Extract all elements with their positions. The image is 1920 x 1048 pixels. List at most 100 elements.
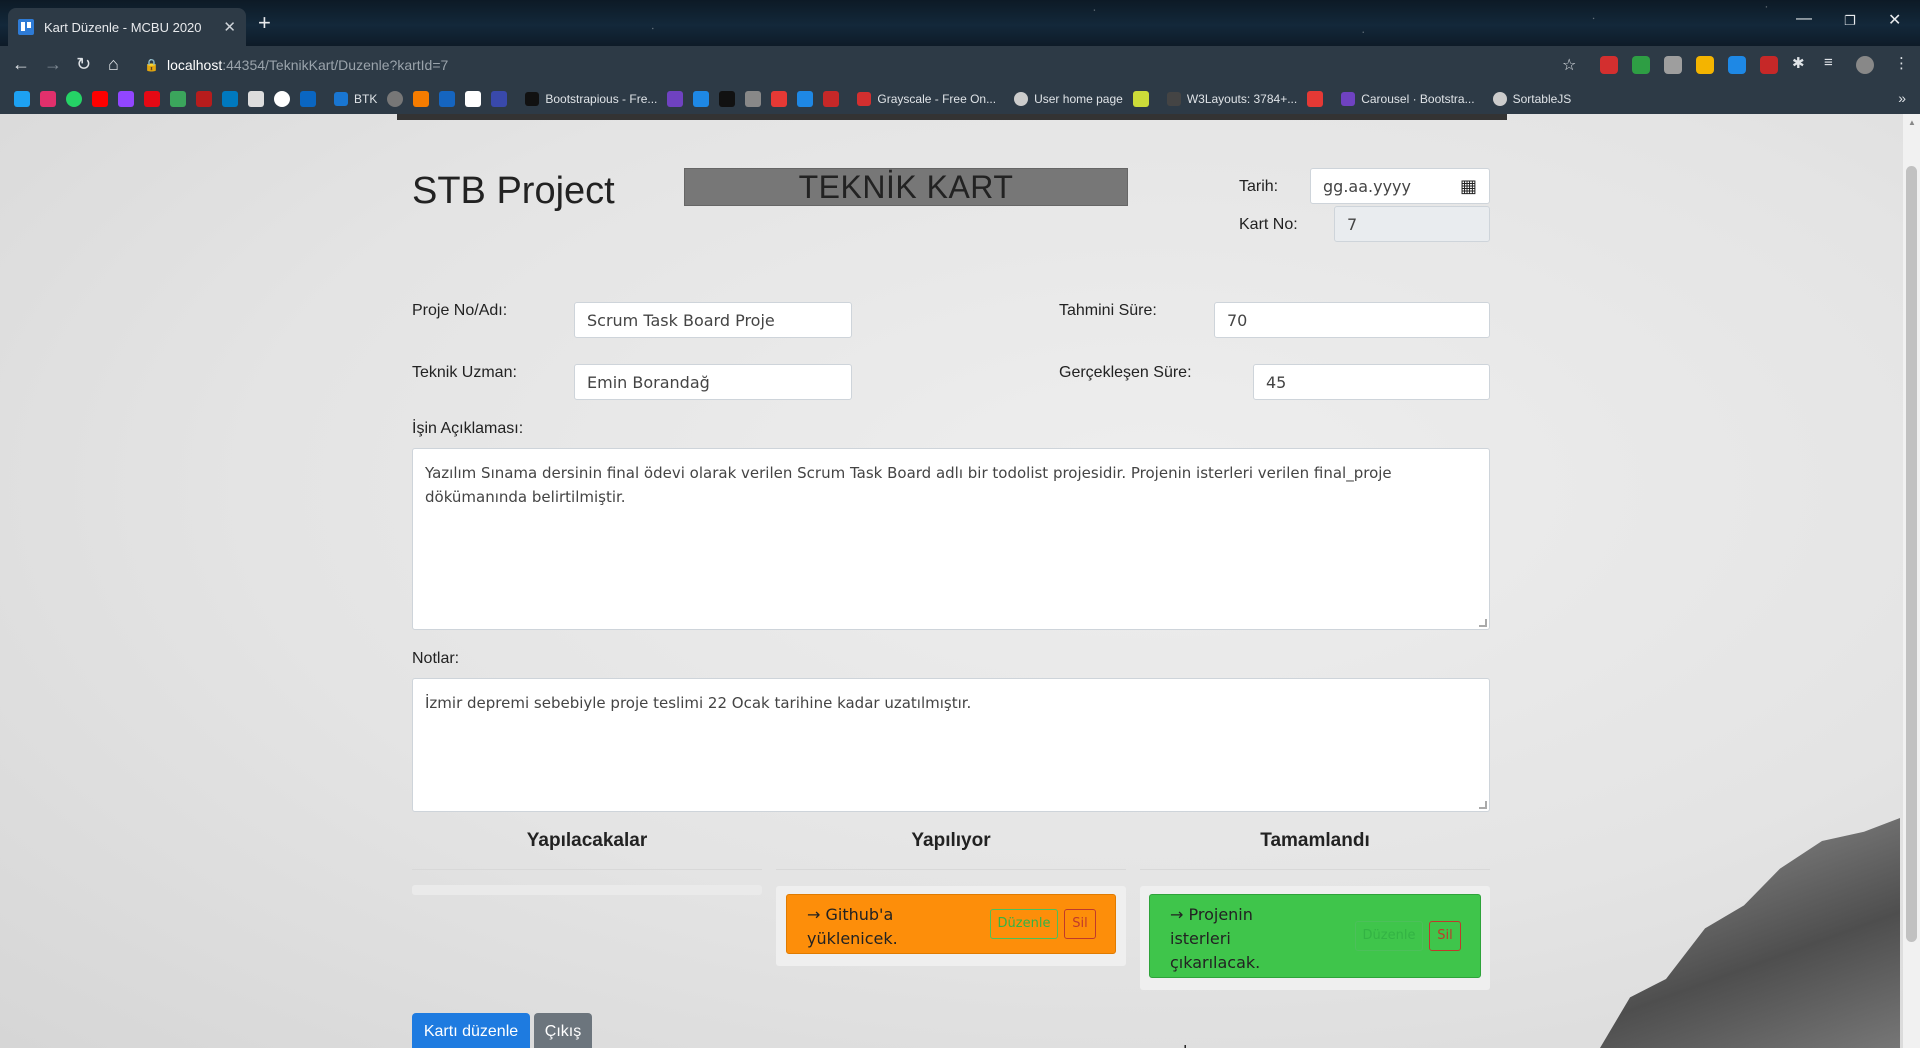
new-tab-icon[interactable]: + xyxy=(258,12,271,34)
instagram-icon[interactable] xyxy=(40,91,56,107)
proje-input[interactable]: Scrum Task Board Proje xyxy=(574,302,852,338)
linkedin-icon[interactable] xyxy=(300,91,316,107)
tab-close-icon[interactable]: ✕ xyxy=(223,18,236,36)
extensions-puzzle-icon[interactable]: ✱ xyxy=(1792,54,1805,72)
navbar-edge xyxy=(397,114,1507,120)
media-icon[interactable]: ≡ xyxy=(1824,54,1833,71)
column-title-yapilacaklar: Yapılacakalar xyxy=(526,830,648,851)
extension-icon[interactable] xyxy=(1728,56,1746,74)
kart-no-input[interactable]: 7 xyxy=(1334,206,1490,242)
aciklama-textarea[interactable]: Yazılım Sınama dersinin final ödevi olar… xyxy=(412,448,1490,630)
url-host: localhost xyxy=(166,57,223,73)
youtube-icon[interactable] xyxy=(92,91,108,107)
reload-icon[interactable]: ↻ xyxy=(76,54,91,75)
bookmark-star-icon[interactable]: ☆ xyxy=(1562,55,1576,75)
trello-favicon-icon xyxy=(18,19,34,35)
back-icon[interactable]: ← xyxy=(12,54,30,75)
teknik-kart-banner: TEKNİK KART xyxy=(684,168,1128,206)
bookmark-icon[interactable] xyxy=(465,91,482,107)
yapiliyor-dropzone[interactable]: → Github'a yüklenicek. Düzenle Sil xyxy=(776,886,1126,966)
exit-button[interactable]: Çıkış xyxy=(534,1013,592,1048)
grayscale-icon xyxy=(857,92,872,106)
background-mountain xyxy=(1600,818,1900,1048)
page-scrollbar[interactable]: ▲ xyxy=(1903,114,1920,1048)
task-card[interactable]: → Github'a yüklenicek. Düzenle Sil xyxy=(786,894,1116,954)
w3layouts-icon xyxy=(1166,92,1181,106)
extension-icon[interactable] xyxy=(1632,56,1650,74)
window-close-icon[interactable]: ✕ xyxy=(1888,10,1901,30)
bookmark-user-home[interactable]: User home page xyxy=(1014,92,1123,106)
twitter-icon[interactable] xyxy=(14,91,30,107)
home-icon[interactable]: ⌂ xyxy=(108,54,119,75)
forward-icon[interactable]: → xyxy=(44,54,62,75)
bookmark-icon[interactable] xyxy=(1307,91,1324,107)
address-bar[interactable]: 🔒 localhost:44354/TeknikKart/Duzenle?kar… xyxy=(144,51,1564,79)
resize-handle[interactable] xyxy=(1479,801,1487,809)
browser-tab[interactable]: Kart Düzenle - MCBU 2020 ✕ xyxy=(8,8,246,46)
scroll-up-icon[interactable]: ▲ xyxy=(1908,118,1916,127)
github-icon[interactable] xyxy=(274,91,290,107)
bookmark-icon[interactable] xyxy=(745,91,762,107)
teknik-uzman-input[interactable]: Emin Borandağ xyxy=(574,364,852,400)
aciklama-label: İşin Açıklaması: xyxy=(412,420,524,437)
bookmark-icon[interactable] xyxy=(693,91,710,107)
extension-icon[interactable] xyxy=(1600,56,1618,74)
twitch-icon[interactable] xyxy=(118,91,134,107)
bookmark-icon[interactable] xyxy=(413,91,430,107)
menu-icon[interactable]: ⋮ xyxy=(1894,54,1909,72)
proje-label: Proje No/Adı: xyxy=(412,302,508,319)
minimize-icon[interactable]: — xyxy=(1796,10,1812,28)
task-delete-button[interactable]: Sil xyxy=(1064,909,1096,939)
extension-icon[interactable] xyxy=(1664,56,1682,74)
bookmark-sortablejs[interactable]: SortableJS xyxy=(1492,92,1571,106)
btk-icon xyxy=(334,92,348,106)
bootstrap-icon[interactable] xyxy=(667,91,684,107)
bookmark-bootstrapious[interactable]: Bootstrapious - Fre... xyxy=(525,92,657,106)
calendar-icon[interactable]: ▦ xyxy=(1460,176,1477,197)
bookmark-icon[interactable] xyxy=(196,91,212,107)
bookmark-w3layouts[interactable]: W3Layouts: 3784+... xyxy=(1166,92,1297,106)
browser-tabstrip: Kart Düzenle - MCBU 2020 ✕ + — ❐ ✕ xyxy=(0,0,1920,46)
tarih-date-input[interactable]: gg.aa.yyyy ▦ xyxy=(1310,168,1490,204)
bookmark-icon[interactable] xyxy=(1132,91,1149,107)
whatsapp-icon[interactable] xyxy=(66,91,82,107)
extension-icon[interactable] xyxy=(1760,56,1778,74)
resize-handle[interactable] xyxy=(1479,619,1487,627)
notlar-label: Notlar: xyxy=(412,650,460,667)
task-edit-button[interactable]: Düzenle xyxy=(990,909,1058,939)
restore-icon[interactable]: ❐ xyxy=(1844,13,1856,29)
task-edit-button[interactable]: Düzenle xyxy=(1355,921,1423,951)
tahmini-sure-input[interactable]: 70 xyxy=(1214,302,1490,338)
profile-avatar[interactable] xyxy=(1856,56,1874,74)
bookmark-icon[interactable] xyxy=(797,91,814,107)
bootstrapious-icon xyxy=(525,92,540,106)
gerceklesen-sure-input[interactable]: 45 xyxy=(1253,364,1490,400)
more-bookmarks-icon[interactable]: » xyxy=(1898,90,1906,106)
extension-icon[interactable] xyxy=(1696,56,1714,74)
bookmark-btk[interactable]: BTK xyxy=(334,92,377,106)
bookmark-icon[interactable] xyxy=(719,91,736,107)
bookmark-icon[interactable] xyxy=(387,91,404,107)
bookmark-icon[interactable] xyxy=(771,91,788,107)
task-delete-button[interactable]: Sil xyxy=(1429,921,1461,951)
task-card[interactable]: → Projenin isterleri çıkarılacak. Düzenl… xyxy=(1149,894,1481,978)
bookmark-grayscale[interactable]: Grayscale - Free On... xyxy=(857,92,996,106)
edit-card-button[interactable]: Kartı düzenle xyxy=(412,1013,530,1048)
trello-icon[interactable] xyxy=(222,91,238,107)
tahmini-sure-label: Tahmini Süre: xyxy=(1059,302,1157,319)
bookmark-icon[interactable] xyxy=(491,91,508,107)
column-divider xyxy=(412,869,762,870)
yapilacaklar-dropzone[interactable] xyxy=(412,885,762,895)
tab-title: Kart Düzenle - MCBU 2020 xyxy=(44,19,202,35)
bookmark-carousel[interactable]: Carousel · Bootstra... xyxy=(1341,92,1475,106)
task-text: → Projenin isterleri çıkarılacak. xyxy=(1170,905,1261,972)
outlook-icon[interactable] xyxy=(439,91,456,107)
tarih-label: Tarih: xyxy=(1239,178,1279,195)
netflix-icon[interactable] xyxy=(144,91,160,107)
notlar-textarea[interactable]: İzmir depremi sebebiyle proje teslimi 22… xyxy=(412,678,1490,812)
scrollbar-thumb[interactable] xyxy=(1906,166,1917,942)
bookmark-icon[interactable] xyxy=(248,91,264,107)
tamamlandi-dropzone[interactable]: → Projenin isterleri çıkarılacak. Düzenl… xyxy=(1140,886,1490,990)
bookmark-icon[interactable] xyxy=(170,91,186,107)
bookmark-icon[interactable] xyxy=(823,91,840,107)
